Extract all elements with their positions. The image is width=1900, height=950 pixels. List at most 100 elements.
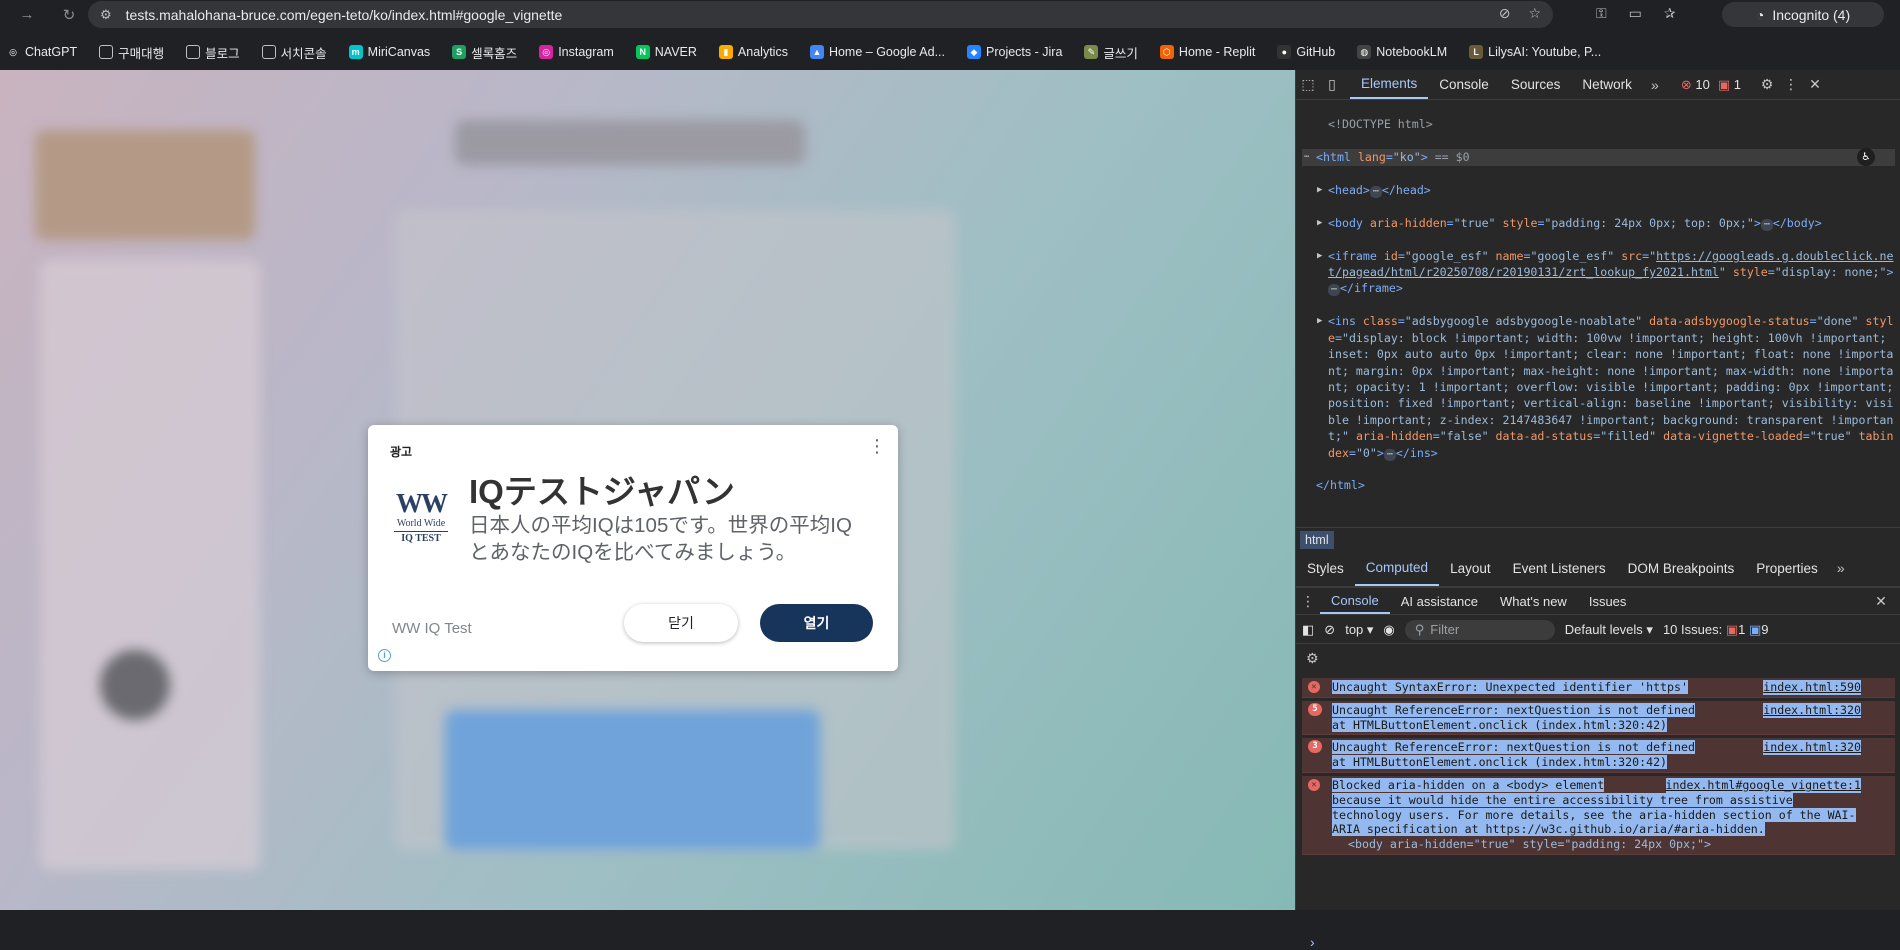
bookmarks-bar: ◎ ChatGPT 구매대행 블로그 서치콘솔 m MiriCanvas S 셀록홈즈 ◎ Inst… [0, 39, 1900, 65]
doctype-node[interactable]: <!DOCTYPE html> [1328, 117, 1433, 131]
console-error-message[interactable]: 3 Uncaught ReferenceError: nextQuestion i… [1302, 738, 1895, 773]
star-icon[interactable]: ☆ [1528, 5, 1541, 22]
subtab-event-listeners[interactable]: Event Listeners [1502, 550, 1617, 586]
sidebar-toggle-icon[interactable]: ◧ [1302, 622, 1314, 638]
iframe-node[interactable]: ▶ <iframe id="google_esf" name="google_es… [1302, 248, 1895, 297]
bookmark-item[interactable]: ◍ NotebookLM [1357, 45, 1447, 59]
drawer-tab-console[interactable]: Console [1320, 588, 1390, 614]
bookmark-item[interactable]: S 셀록홈즈 [452, 43, 517, 62]
drawer-tab-ai-assistance[interactable]: AI assistance [1390, 588, 1489, 614]
bookmark-item[interactable]: ◎ Instagram [539, 45, 614, 59]
bookmark-label: Home - Replit [1178, 45, 1256, 59]
console-error-message[interactable]: ✕ Blocked aria-hidden on a <body> element… [1302, 775, 1895, 855]
drawer-menu-icon[interactable]: ⋮ [1296, 593, 1320, 610]
message-detail: because it would hide the entire accessi… [1332, 792, 1856, 837]
settings-icon[interactable]: ⚙ [1755, 76, 1779, 93]
message-source-link[interactable]: index.html:590 [1763, 680, 1861, 695]
live-expression-icon[interactable]: ◉ [1383, 622, 1394, 638]
tab-console[interactable]: Console [1428, 70, 1500, 99]
bookmark-label: Analytics [737, 45, 788, 59]
message-source-link[interactable]: index.html#google_vignette:1 [1665, 777, 1861, 793]
inspect-icon[interactable]: ⬚ [1296, 76, 1320, 93]
bookmark-item[interactable]: m MiriCanvas [348, 45, 430, 59]
notebooklm-icon: ◍ [1357, 45, 1372, 59]
bookmark-item[interactable]: ● GitHub [1277, 45, 1335, 59]
bookmark-item[interactable]: ▲ Home – Google Ad... [809, 45, 945, 59]
accessibility-icon[interactable]: ♿ [1857, 148, 1875, 167]
ins-style-value: "display: block !important; width: 100vw… [1328, 330, 1900, 444]
bookmark-item[interactable]: N NAVER [635, 45, 697, 59]
forward-icon[interactable]: → [16, 6, 38, 23]
more-tabs-icon[interactable]: » [1643, 77, 1667, 93]
close-drawer-icon[interactable]: ✕ [1869, 593, 1893, 610]
console-error-message[interactable]: 5 Uncaught ReferenceError: nextQuestion i… [1302, 700, 1895, 736]
message-source-link[interactable]: index.html:320 [1763, 740, 1861, 756]
tab-sources[interactable]: Sources [1500, 70, 1572, 99]
head-node[interactable]: ▶ <head> ⋯ </head> [1302, 182, 1895, 199]
subtab-properties[interactable]: Properties [1745, 550, 1829, 586]
eye-slash-icon[interactable]: ⊘ [1499, 5, 1511, 22]
context-select[interactable]: top ▾ [1345, 622, 1373, 638]
bookmark-item[interactable]: L LilysAI: Youtube, P... [1469, 45, 1601, 59]
dom-tree[interactable]: <!DOCTYPE html> ⋯ <html lang="ko"> == $0 ♿… [1296, 100, 1900, 492]
drawer-tab-what-s-new[interactable]: What's new [1489, 588, 1578, 614]
bookmark-item[interactable]: ⬡ Home - Replit [1159, 45, 1256, 59]
message-node[interactable]: <body aria-hidden="true" style="padding:… [1332, 837, 1711, 851]
body-node[interactable]: ▶ <body aria-hidden="true" style="padding… [1302, 215, 1895, 231]
ins-node[interactable]: ▶ <ins class="adsbygoogle adsbygoogle-noa… [1302, 313, 1895, 461]
key-icon[interactable]: ⚿ [1596, 5, 1607, 22]
close-devtools-icon[interactable]: ✕ [1803, 76, 1827, 93]
ad-body[interactable]: 日本人の平均IQは105です。世界の平均IQとあなたのIQを比べてみましょう。 [469, 512, 869, 566]
site-info-icon[interactable]: ⚙ [100, 7, 112, 23]
more-subtabs-icon[interactable]: » [1829, 560, 1853, 576]
console-settings-icon[interactable]: ⚙ [1306, 650, 1319, 667]
open-button[interactable]: 열기 [760, 604, 873, 642]
url-text[interactable]: tests.mahalohana-bruce.com/egen-teto/ko/… [126, 7, 563, 23]
bookmark-item[interactable]: 블로그 [186, 43, 240, 62]
console-error-message[interactable]: ✕ Uncaught SyntaxError: Unexpected identi… [1302, 678, 1895, 698]
folder-icon [186, 45, 201, 59]
bookmark-item[interactable]: ✎ 글쓰기 [1084, 43, 1138, 62]
body-style-value: "padding: 24px 0px; top: 0px;" [1544, 215, 1754, 230]
advertiser-name[interactable]: WW IQ Test [392, 620, 472, 637]
issues-errors: 1 [1738, 621, 1746, 637]
html-node[interactable]: ⋯ <html lang="ko"> == $0 ♿ [1302, 148, 1895, 167]
bookmark-item[interactable]: ◆ Projects - Jira [967, 45, 1062, 59]
bookmark-star-icon[interactable]: ✰ [1664, 5, 1676, 22]
more-options-icon[interactable]: ⋮ [868, 437, 886, 455]
reload-icon[interactable]: ↻ [58, 6, 80, 24]
bookmark-item[interactable]: 서치콘솔 [261, 43, 327, 62]
levels-select[interactable]: Default levels ▾ [1565, 622, 1653, 638]
console-prompt[interactable]: › [1310, 934, 1315, 950]
tab-elements[interactable]: Elements [1350, 70, 1429, 99]
incognito-button[interactable]: ◔ Incognito (4) [1722, 2, 1884, 27]
ad-info-icon[interactable]: i [378, 649, 391, 662]
drawer-tabbar: ⋮ Console AI assistance What's new Issues ✕ [1296, 587, 1900, 615]
close-button[interactable]: 닫기 [624, 604, 738, 642]
kebab-icon[interactable]: ⋮ [1779, 76, 1803, 93]
message-source-link[interactable]: index.html:320 [1763, 702, 1861, 718]
message-detail: at HTMLButtonElement.onclick (index.html… [1332, 717, 1668, 732]
clear-console-icon[interactable]: ⊘ [1324, 622, 1335, 638]
tab-network[interactable]: Network [1571, 70, 1643, 99]
ad-title[interactable]: IQテストジャパン [469, 465, 735, 513]
subtab-styles[interactable]: Styles [1296, 550, 1355, 586]
vignette-ad-dialog[interactable]: 광고 ⋮ WW World Wide IQ TEST IQテストジャパン 日本人… [368, 425, 898, 671]
address-bar[interactable]: ⚙ tests.mahalohana-bruce.com/egen-teto/k… [88, 1, 1553, 28]
breadcrumb-html[interactable]: html [1300, 531, 1334, 549]
incognito-icon: ◔ [1755, 6, 1765, 23]
filter-input[interactable]: ⚲ Filter [1404, 619, 1555, 640]
bookmark-item[interactable]: ◎ ChatGPT [6, 45, 77, 59]
reading-list-icon[interactable]: ▭ [1629, 5, 1642, 22]
warning-count-badge[interactable]: ▣ 1 [1718, 77, 1741, 93]
device-toggle-icon[interactable]: ▯ [1320, 76, 1344, 93]
issues-counter[interactable]: 10 Issues: ▣1 ▣9 [1663, 622, 1769, 638]
bookmark-item[interactable]: 구매대행 [99, 43, 164, 62]
logo-line1: World Wide [396, 518, 446, 529]
subtab-computed[interactable]: Computed [1354, 550, 1440, 586]
subtab-layout[interactable]: Layout [1439, 550, 1502, 586]
error-count-badge[interactable]: ⊗ 10 [1681, 77, 1710, 93]
subtab-dom-breakpoints[interactable]: DOM Breakpoints [1617, 550, 1746, 586]
bookmark-item[interactable]: ▮ Analytics [718, 45, 788, 59]
drawer-tab-issues[interactable]: Issues [1578, 588, 1638, 614]
